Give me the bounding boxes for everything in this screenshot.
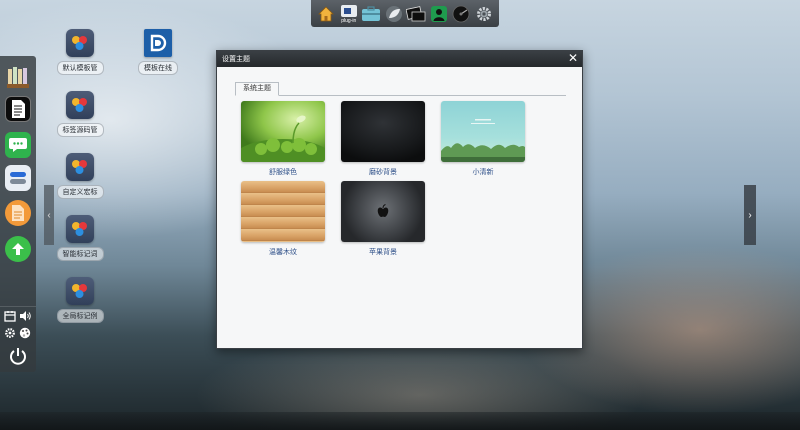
theme-option-wood[interactable]: 温馨木纹 bbox=[241, 181, 325, 257]
home-icon[interactable] bbox=[316, 3, 336, 25]
theme-thumbnail[interactable] bbox=[241, 101, 325, 162]
theme-thumbnail[interactable] bbox=[341, 181, 425, 242]
desktop-icon-global-tag[interactable]: 全局标记例 bbox=[50, 277, 110, 323]
desktop-icon-label: 标签源码管 bbox=[56, 123, 104, 137]
theme-label: 小清新 bbox=[472, 169, 494, 176]
notes-icon[interactable] bbox=[5, 200, 31, 226]
drops-icon bbox=[66, 91, 94, 119]
document-icon[interactable] bbox=[5, 96, 31, 122]
theme-thumbnail[interactable] bbox=[241, 181, 325, 242]
desktop-icon-smart-tag[interactable]: 智能标记词 bbox=[50, 215, 110, 261]
chat-icon[interactable] bbox=[5, 132, 31, 158]
desktop-icon-label: 全局标记例 bbox=[56, 309, 104, 323]
theme-label: 磨砂背景 bbox=[369, 169, 397, 176]
desktop-icon-default-template[interactable]: 默认模板管 bbox=[50, 29, 110, 75]
leaf-icon[interactable] bbox=[384, 3, 404, 25]
screen-icon[interactable] bbox=[406, 3, 426, 25]
gear-icon[interactable] bbox=[474, 3, 494, 25]
window-titlebar[interactable]: 设置主题 ✕ bbox=[217, 51, 582, 67]
theme-label: 苹果背景 bbox=[369, 249, 397, 256]
calendar-icon[interactable] bbox=[3, 309, 17, 323]
desktop-icon-template-online[interactable]: 模板在线 bbox=[128, 29, 188, 75]
disc-icon[interactable] bbox=[451, 3, 471, 25]
user-icon[interactable] bbox=[429, 3, 449, 25]
power-icon[interactable] bbox=[7, 345, 29, 367]
template-logo-icon bbox=[144, 29, 172, 57]
theme-settings-window: 设置主题 ✕ 系统主题 舒服绿色 磨砂背景 小清新 温馨木纹 苹果背景 bbox=[216, 50, 583, 349]
desktop-icon-label: 智能标记词 bbox=[56, 247, 104, 261]
top-dock: plug-in bbox=[311, 0, 499, 27]
desktop-icon-label: 模板在线 bbox=[138, 61, 178, 75]
desktop-icon-tag-source[interactable]: 标签源码管 bbox=[50, 91, 110, 137]
palette-icon[interactable] bbox=[18, 326, 32, 340]
taskbar bbox=[0, 412, 800, 430]
drops-icon bbox=[66, 215, 94, 243]
plugin-label: plug-in bbox=[341, 17, 357, 24]
volume-icon[interactable] bbox=[18, 309, 32, 323]
upload-icon[interactable] bbox=[5, 236, 31, 262]
drops-icon bbox=[66, 277, 94, 305]
plugin-icon[interactable]: plug-in bbox=[339, 3, 359, 25]
settings-icon[interactable] bbox=[3, 326, 17, 340]
theme-label: 温馨木纹 bbox=[269, 249, 297, 256]
tab-system-theme[interactable]: 系统主题 bbox=[235, 82, 279, 96]
close-icon[interactable]: ✕ bbox=[568, 51, 578, 66]
desktop-icon-label: 默认模板管 bbox=[56, 61, 104, 75]
switch-icon[interactable] bbox=[5, 165, 31, 191]
theme-option-green[interactable]: 舒服绿色 bbox=[241, 101, 325, 177]
left-sidebar bbox=[0, 56, 36, 372]
toolbox-icon[interactable] bbox=[361, 3, 381, 25]
desktop-icon-custom-macro[interactable]: 自定义宏标 bbox=[50, 153, 110, 199]
scroll-right-arrow[interactable]: › bbox=[744, 185, 756, 245]
tab-bar: 系统主题 bbox=[235, 82, 566, 96]
theme-thumbnail[interactable] bbox=[441, 101, 525, 162]
window-title: 设置主题 bbox=[222, 56, 250, 63]
drops-icon bbox=[66, 153, 94, 181]
sidebar-divider bbox=[0, 306, 36, 307]
theme-thumbnail[interactable] bbox=[341, 101, 425, 162]
theme-label: 舒服绿色 bbox=[269, 169, 297, 176]
theme-option-apple[interactable]: 苹果背景 bbox=[341, 181, 425, 257]
theme-option-frosted[interactable]: 磨砂背景 bbox=[341, 101, 425, 177]
books-icon[interactable] bbox=[5, 64, 31, 90]
desktop-icon-label: 自定义宏标 bbox=[56, 185, 104, 199]
drops-icon bbox=[66, 29, 94, 57]
theme-option-fresh[interactable]: 小清新 bbox=[441, 101, 525, 177]
